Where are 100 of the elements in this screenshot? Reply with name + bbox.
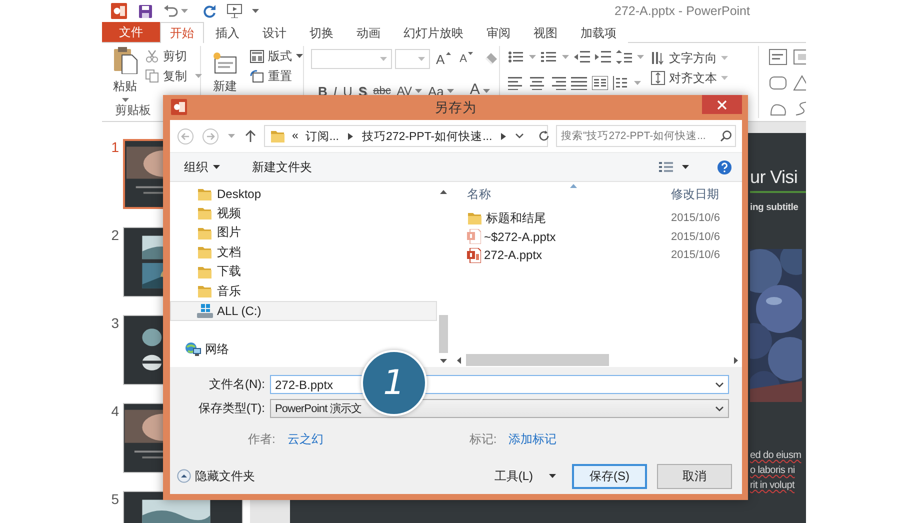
column-header[interactable]: 名称 bbox=[452, 186, 671, 202]
search-field[interactable]: 搜索"技巧272-PPT-如何快速... bbox=[556, 125, 736, 147]
file-type-dropdown[interactable]: PowerPoint 演示文 bbox=[270, 399, 729, 418]
caret-icon[interactable] bbox=[252, 9, 259, 13]
align-right-icon[interactable] bbox=[550, 76, 566, 90]
columns-icon[interactable] bbox=[592, 76, 608, 90]
nav-item[interactable]: 下载 bbox=[170, 262, 437, 282]
paste-button[interactable]: 粘贴 bbox=[112, 46, 138, 102]
save-button[interactable]: 保存(S) bbox=[572, 464, 647, 488]
caret-icon[interactable] bbox=[213, 165, 220, 169]
up-arrow-icon[interactable] bbox=[245, 130, 256, 142]
slideshow-icon[interactable] bbox=[227, 4, 242, 18]
view-list-icon[interactable] bbox=[659, 161, 673, 173]
ribbon-tab[interactable]: 开始 bbox=[160, 22, 204, 43]
caret-icon[interactable] bbox=[682, 165, 689, 169]
folder-icon bbox=[197, 226, 213, 240]
font-size-button[interactable]: A bbox=[456, 49, 476, 69]
document-icon bbox=[467, 248, 481, 263]
breadcrumb-overflow[interactable]: « bbox=[292, 130, 298, 142]
chevron-down-icon[interactable] bbox=[715, 382, 724, 388]
tools-menu[interactable]: 工具(L) bbox=[493, 466, 557, 486]
file-name[interactable]: ~$272-A.pptx bbox=[484, 230, 556, 244]
column-header[interactable]: 修改日期 bbox=[671, 186, 742, 202]
body-text-line: rit in volupt bbox=[750, 479, 796, 493]
group-label: 剪贴板 bbox=[115, 102, 151, 119]
rounded-rectangle-icon[interactable] bbox=[769, 75, 787, 91]
file-name[interactable]: 标题和结尾 bbox=[486, 210, 546, 227]
line-spacing-icon[interactable] bbox=[616, 50, 632, 64]
scrollbar-thumb[interactable] bbox=[439, 315, 448, 353]
nav-item[interactable]: Desktop bbox=[170, 184, 437, 204]
file-name[interactable]: 272-A.pptx bbox=[484, 248, 542, 262]
slide-number: 1 bbox=[110, 139, 120, 157]
refresh-icon[interactable] bbox=[538, 130, 550, 142]
nav-item[interactable]: ALL (C:) bbox=[170, 301, 437, 320]
bullet-list-icon[interactable] bbox=[508, 50, 524, 64]
field-label: 文件名(N): bbox=[208, 376, 266, 393]
redo-icon[interactable] bbox=[203, 4, 216, 18]
modified-date: 2015/10/6 bbox=[671, 249, 721, 262]
close-icon bbox=[717, 100, 727, 110]
help-icon[interactable] bbox=[717, 160, 732, 174]
search-icon bbox=[720, 130, 732, 142]
folder-icon bbox=[270, 129, 286, 143]
layout-icon bbox=[250, 50, 264, 62]
new-folder-button[interactable]: 新建文件夹 bbox=[251, 156, 313, 178]
breadcrumb-item[interactable]: 订阅... bbox=[305, 128, 339, 144]
curve-icon[interactable] bbox=[793, 101, 806, 117]
decrease-indent-icon[interactable] bbox=[574, 50, 590, 64]
text-box-icon[interactable] bbox=[769, 49, 787, 65]
address-bar[interactable]: « 订阅... 技巧272-PPT-如何快速... bbox=[264, 125, 548, 147]
font-size-field[interactable] bbox=[394, 49, 430, 69]
hide-folders-button[interactable]: 隐藏文件夹 bbox=[177, 468, 255, 484]
network-icon bbox=[185, 342, 201, 356]
justify-icon[interactable] bbox=[571, 76, 587, 90]
font-style-button[interactable]: abc bbox=[370, 81, 394, 101]
save-icon[interactable] bbox=[139, 4, 152, 18]
breadcrumb-item[interactable]: 技巧272-PPT-如何快速... bbox=[362, 128, 492, 144]
cut-button[interactable]: 剪切 bbox=[145, 46, 202, 66]
increase-indent-icon[interactable] bbox=[595, 50, 611, 64]
author-link[interactable]: 云之幻 bbox=[287, 431, 324, 448]
align-center-icon[interactable] bbox=[529, 76, 545, 90]
scroll-left-icon bbox=[457, 356, 461, 364]
reset-button[interactable]: 重置 bbox=[250, 66, 303, 86]
triangle-icon[interactable] bbox=[793, 75, 806, 91]
freeform-shape-icon[interactable] bbox=[769, 101, 787, 117]
layout-button[interactable]: 版式 bbox=[250, 46, 303, 66]
chevron-down-icon[interactable] bbox=[715, 406, 724, 412]
numbered-list-icon[interactable] bbox=[541, 50, 557, 64]
font-name-field[interactable] bbox=[311, 49, 392, 69]
field-label: 标记: bbox=[469, 431, 497, 448]
sort-up-icon bbox=[570, 184, 577, 188]
nav-item[interactable]: 音乐 bbox=[170, 282, 437, 301]
folder-icon bbox=[197, 245, 213, 260]
chevron-down-icon[interactable] bbox=[515, 133, 524, 139]
text-direction-button[interactable]: 文字方向 bbox=[651, 48, 728, 68]
body-text-line: o laboris ni bbox=[750, 464, 796, 478]
nav-item[interactable]: 文档 bbox=[170, 242, 437, 262]
app-icon[interactable] bbox=[111, 3, 127, 19]
copy-button[interactable]: 复制 bbox=[145, 66, 202, 86]
nav-item[interactable]: 图片 bbox=[170, 223, 437, 242]
clear-format-icon[interactable] bbox=[483, 51, 499, 67]
scrollbar-thumb[interactable] bbox=[466, 354, 609, 366]
columns-icon[interactable] bbox=[613, 76, 629, 90]
nav-item[interactable]: 视频 bbox=[170, 204, 437, 223]
align-text-button[interactable]: 对齐文本 bbox=[651, 68, 728, 88]
ribbon-tab[interactable]: 文件 bbox=[102, 22, 160, 42]
align-text-icon bbox=[651, 71, 665, 85]
caret-icon[interactable] bbox=[549, 474, 556, 478]
font-size-button[interactable]: A bbox=[432, 49, 454, 69]
scroll-down-icon bbox=[440, 359, 447, 363]
undo-icon[interactable] bbox=[164, 5, 178, 17]
close-button[interactable] bbox=[702, 95, 742, 114]
add-tag-link[interactable]: 添加标记 bbox=[508, 431, 557, 448]
organize-menu[interactable]: 组织 bbox=[183, 156, 221, 178]
slide-number: 4 bbox=[110, 403, 120, 421]
caret-icon[interactable] bbox=[296, 54, 303, 58]
font-style-button[interactable]: AV bbox=[394, 81, 425, 101]
align-left-icon[interactable] bbox=[508, 76, 524, 90]
cancel-button[interactable]: 取消 bbox=[657, 464, 732, 488]
field-label: 保存类型(T): bbox=[197, 400, 266, 417]
folder-icon bbox=[197, 284, 213, 298]
